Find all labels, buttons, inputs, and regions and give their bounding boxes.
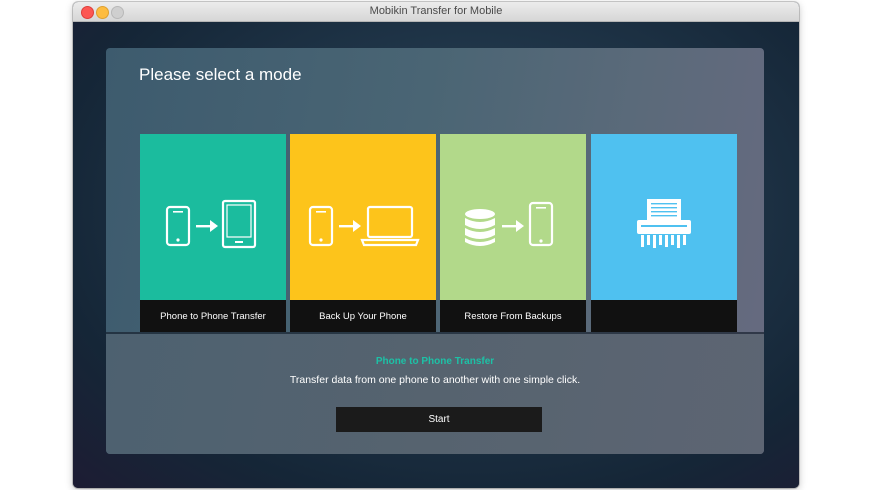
selected-mode-description: Transfer data from one phone to another … — [289, 374, 581, 386]
app-window: Mobikin Transfer for Mobile Please selec… — [73, 2, 799, 488]
shredder-icon — [637, 199, 691, 248]
phone-to-laptop-icon — [308, 205, 420, 247]
mode-panel: Please select a mode Phone to Phone Tran… — [106, 48, 764, 454]
mode-tile-phone-to-phone[interactable]: Phone to Phone Transfer — [140, 134, 286, 332]
mode-tile-art — [140, 134, 286, 300]
mode-tile-erase[interactable] — [591, 134, 737, 332]
mode-tile-art — [440, 134, 586, 300]
mode-tile-backup[interactable]: Back Up Your Phone — [290, 134, 436, 332]
mode-tile-label: Phone to Phone Transfer — [140, 300, 286, 332]
mode-tile-label: Restore From Backups — [440, 300, 586, 332]
mode-details: Phone to Phone Transfer Transfer data fr… — [106, 334, 764, 454]
phone-to-tablet-icon — [165, 199, 257, 249]
window-title: Mobikin Transfer for Mobile — [369, 5, 503, 17]
page-title: Please select a mode — [139, 65, 302, 84]
mode-tile-label — [591, 300, 737, 332]
app-content: Please select a mode Phone to Phone Tran… — [73, 22, 799, 488]
mode-tile-label: Back Up Your Phone — [290, 300, 436, 332]
mode-tile-art — [591, 134, 737, 300]
mode-tile-art — [290, 134, 436, 300]
title-bar[interactable]: Mobikin Transfer for Mobile — [73, 2, 799, 22]
selected-mode-title: Phone to Phone Transfer — [375, 356, 495, 367]
start-button[interactable]: Start — [336, 407, 542, 432]
database-to-phone-icon — [465, 201, 554, 247]
mode-tile-restore[interactable]: Restore From Backups — [440, 134, 586, 332]
